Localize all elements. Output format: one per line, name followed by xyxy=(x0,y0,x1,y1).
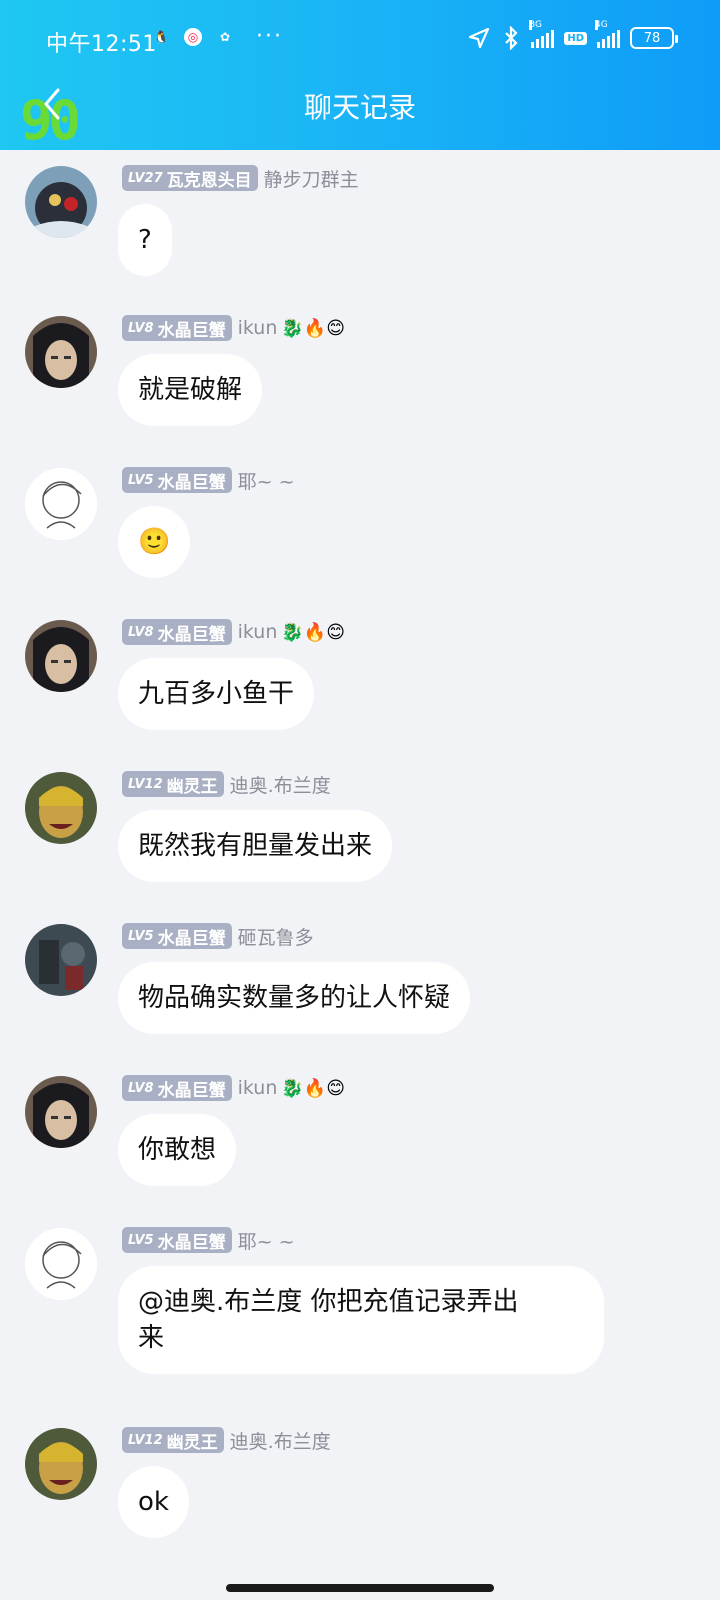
message-bubble[interactable]: ? xyxy=(118,204,172,276)
battery-indicator: 78 xyxy=(630,27,678,49)
notification-icons: 🐧 ◎ ✿ ··· xyxy=(152,24,283,49)
sender-info: LV8 水晶巨蟹 ikun 🐉🔥😊 xyxy=(122,1074,345,1102)
sender-name[interactable]: 迪奥.布兰度 xyxy=(230,771,331,798)
sender-name[interactable]: 迪奥.布兰度 xyxy=(230,1427,331,1454)
sender-info: LV8 水晶巨蟹 ikun 🐉🔥😊 xyxy=(122,314,345,342)
more-notifications-icon: ··· xyxy=(256,24,283,49)
sender-info: LV12 幽灵王 迪奥.布兰度 xyxy=(122,1426,331,1454)
level-badge: LV5 水晶巨蟹 xyxy=(122,467,232,493)
medal-icons: 🐉🔥😊 xyxy=(281,621,345,643)
level-badge: LV12 幽灵王 xyxy=(122,1427,224,1453)
sender-info: LV5 水晶巨蟹 砸瓦鲁多 xyxy=(122,922,314,950)
sender-name[interactable]: 砸瓦鲁多 xyxy=(238,923,314,950)
message-line: @迪奥.布兰度 你把充值记录弄出 xyxy=(138,1287,519,1317)
message-line: 来 xyxy=(138,1323,165,1353)
avatar[interactable] xyxy=(25,468,97,540)
avatar[interactable] xyxy=(25,924,97,996)
message-bubble[interactable]: 就是破解 xyxy=(118,354,263,426)
sender-info: LV5 水晶巨蟹 耶~ ~ xyxy=(122,1226,295,1254)
avatar[interactable] xyxy=(25,316,97,388)
level-badge: LV12 幽灵王 xyxy=(122,771,224,797)
message-bubble[interactable]: 既然我有胆量发出来 xyxy=(118,810,393,882)
status-time: 中午12:51 xyxy=(46,32,157,57)
system-icons: 3G HD 4G 78 xyxy=(467,20,678,50)
target-app-icon: ◎ xyxy=(184,28,202,46)
avatar[interactable] xyxy=(25,1428,97,1500)
flower-app-icon: ✿ xyxy=(219,30,231,44)
page-title: 聊天记录 xyxy=(303,91,416,124)
message-bubble[interactable]: ok xyxy=(118,1466,189,1538)
message-bubble[interactable]: 🙂 xyxy=(118,506,191,578)
medal-icons: 🐉🔥😊 xyxy=(281,317,345,339)
sender-name[interactable]: ikun xyxy=(238,1077,278,1099)
message-bubble[interactable]: @迪奥.布兰度 你把充值记录弄出 来 xyxy=(118,1266,604,1374)
level-badge: LV27 瓦克恩头目 xyxy=(122,165,258,191)
location-icon xyxy=(469,27,490,49)
bluetooth-icon xyxy=(505,26,518,50)
message-bubble[interactable]: 九百多小鱼干 xyxy=(118,658,315,730)
signal-3g-icon: 3G xyxy=(529,20,555,48)
nav-bar: 90 聊天记录 xyxy=(0,76,720,148)
message-bubble[interactable]: 你敢想 xyxy=(118,1114,237,1186)
level-badge: LV5 水晶巨蟹 xyxy=(122,923,232,949)
sender-name[interactable]: 耶~ ~ xyxy=(238,467,295,494)
sender-name[interactable]: ikun xyxy=(238,317,278,339)
avatar[interactable] xyxy=(25,620,97,692)
avatar[interactable] xyxy=(25,772,97,844)
sender-name[interactable]: ikun xyxy=(238,621,278,643)
sender-name[interactable]: 耶~ ~ xyxy=(238,1227,295,1254)
sender-info: LV8 水晶巨蟹 ikun 🐉🔥😊 xyxy=(122,618,345,646)
sender-info: LV27 瓦克恩头目 静步刀群主 xyxy=(122,164,359,192)
message-bubble[interactable]: 物品确实数量多的让人怀疑 xyxy=(118,962,471,1034)
avatar[interactable] xyxy=(25,1228,97,1300)
sender-info: LV5 水晶巨蟹 耶~ ~ xyxy=(122,466,295,494)
home-indicator[interactable] xyxy=(226,1584,494,1592)
sender-name[interactable]: 静步刀群主 xyxy=(264,165,359,192)
hd-icon: HD xyxy=(564,31,587,45)
level-badge: LV8 水晶巨蟹 xyxy=(122,619,232,645)
avatar[interactable] xyxy=(25,1076,97,1148)
medal-icons: 🐉🔥😊 xyxy=(281,1077,345,1099)
sender-info: LV12 幽灵王 迪奥.布兰度 xyxy=(122,770,331,798)
signal-4g-icon: 4G xyxy=(595,20,620,48)
header-bar: 中午12:51 🐧 ◎ ✿ ··· 3G HD 4G 78 90 聊天记录 xyxy=(0,0,720,150)
level-badge: LV8 水晶巨蟹 xyxy=(122,1075,232,1101)
level-badge: LV5 水晶巨蟹 xyxy=(122,1227,232,1253)
qq-icon: 🐧 xyxy=(153,30,169,44)
avatar[interactable] xyxy=(25,166,97,238)
status-bar: 中午12:51 🐧 ◎ ✿ ··· 3G HD 4G 78 xyxy=(0,20,720,60)
level-badge: LV8 水晶巨蟹 xyxy=(122,315,232,341)
